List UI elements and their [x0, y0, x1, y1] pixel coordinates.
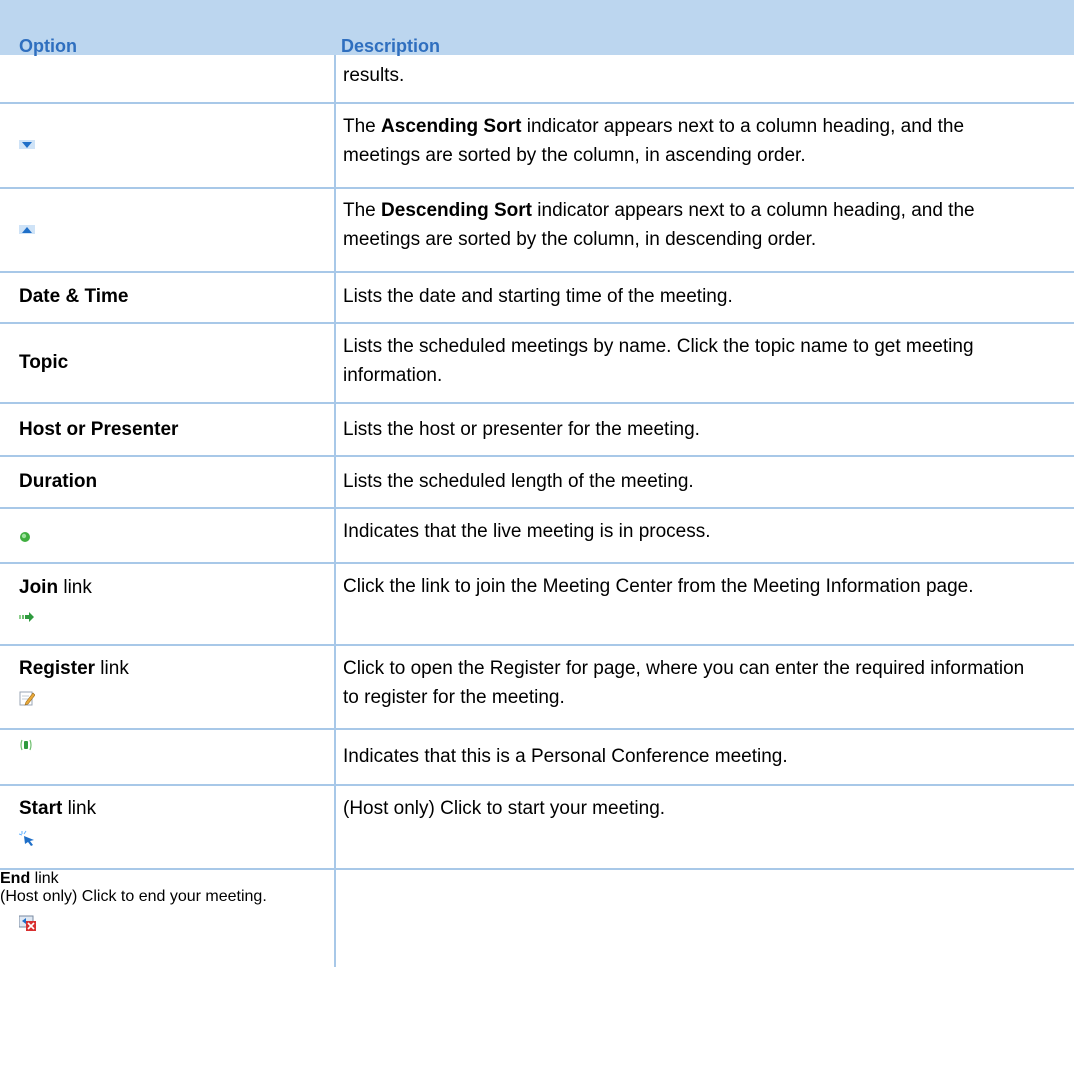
row-description: Click to open the Register for page, whe…	[343, 658, 1025, 708]
start-cursor-icon	[19, 830, 34, 846]
personal-conference-phone-icon	[20, 739, 32, 751]
row-option: Date & Time	[19, 286, 129, 307]
column-divider	[334, 730, 336, 784]
table-row-personal-conference: Indicates that this is a Personal Confer…	[0, 730, 1074, 786]
table-row-duration: Duration Lists the scheduled length of t…	[0, 457, 1074, 509]
column-divider	[334, 564, 336, 644]
row-option: End link	[0, 870, 59, 887]
row-option: Register link	[19, 658, 129, 679]
row-description: Lists the host or presenter for the meet…	[343, 419, 700, 440]
column-divider	[334, 509, 336, 562]
ascending-sort-triangle-icon	[19, 140, 35, 149]
end-red-x-icon	[19, 915, 36, 931]
row-option: Host or Presenter	[19, 419, 179, 440]
row-description: Lists the scheduled meetings by name. Cl…	[343, 336, 974, 386]
row-description: The Ascending Sort indicator appears nex…	[343, 116, 965, 166]
column-divider	[334, 189, 336, 271]
table-row-topic: Topic Lists the scheduled meetings by na…	[0, 324, 1074, 404]
options-table: Option Description results. The Ascendin…	[0, 0, 1074, 976]
row-option: Join link	[19, 577, 92, 598]
row-description: Lists the scheduled length of the meetin…	[343, 471, 694, 492]
column-divider	[334, 55, 336, 102]
table-header: Option Description	[0, 0, 1074, 56]
row-option: Topic	[19, 352, 69, 373]
table-row-host-presenter: Host or Presenter Lists the host or pres…	[0, 404, 1074, 457]
row-description: (Host only) Click to start your meeting.	[343, 798, 666, 819]
column-divider	[334, 273, 336, 322]
table-row-continued: results.	[0, 55, 1074, 104]
column-divider	[334, 646, 336, 728]
row-description: Click the link to join the Meeting Cente…	[343, 576, 974, 597]
join-arrow-icon	[19, 612, 34, 622]
column-divider	[334, 324, 336, 402]
table-row-date-time: Date & Time Lists the date and starting …	[0, 273, 1074, 324]
column-divider	[334, 457, 336, 507]
table-row-ascending-sort: The Ascending Sort indicator appears nex…	[0, 104, 1074, 189]
option-column-header: Option	[19, 36, 77, 56]
column-divider	[334, 870, 336, 967]
row-description: The Descending Sort indicator appears ne…	[343, 200, 975, 250]
row-description: Indicates that this is a Personal Confer…	[343, 746, 788, 767]
row-option: Start link	[19, 798, 97, 819]
register-pencil-icon	[19, 691, 35, 706]
table-row-join: Join link Click the link to join the Mee…	[0, 564, 1074, 646]
row-description: Indicates that the live meeting is in pr…	[343, 521, 711, 542]
row-description: results.	[343, 65, 405, 86]
table-row-end: End link (Host only) Click to end your m…	[0, 870, 1074, 976]
table-row-live-meeting: Indicates that the live meeting is in pr…	[0, 509, 1074, 564]
row-description: Lists the date and starting time of the …	[343, 286, 733, 307]
live-meeting-green-dot-icon	[20, 532, 30, 542]
table-row-register: Register link Click to open the Register…	[0, 646, 1074, 730]
column-divider	[334, 104, 336, 187]
table-row-start: Start link (Host only) Click to start yo…	[0, 786, 1074, 870]
table-row-descending-sort: The Descending Sort indicator appears ne…	[0, 189, 1074, 273]
column-divider	[334, 786, 336, 868]
description-column-header: Description	[341, 36, 441, 56]
descending-sort-triangle-icon	[19, 225, 35, 234]
row-description: (Host only) Click to end your meeting.	[0, 888, 267, 905]
column-divider	[334, 404, 336, 455]
row-option: Duration	[19, 471, 98, 492]
